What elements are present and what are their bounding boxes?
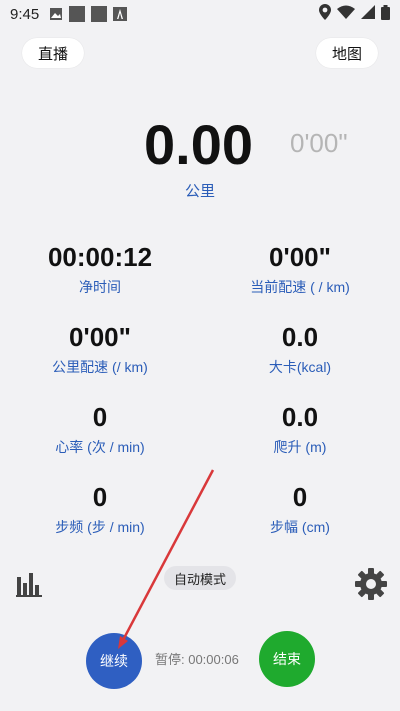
square-icon [69, 6, 86, 22]
square-icon [91, 6, 108, 22]
gear-icon[interactable] [354, 567, 388, 601]
stat-heart-rate: 0 心率 (次 / min) [0, 402, 200, 457]
continue-button[interactable]: 继续 [86, 633, 142, 689]
stat-label: 心率 (次 / min) [55, 439, 145, 455]
status-bar: 9:45 [0, 0, 400, 28]
stat-value: 0'00" [269, 242, 331, 272]
distance-unit: 公里 [184, 183, 215, 200]
end-button[interactable]: 结束 [259, 631, 315, 687]
map-button[interactable]: 地图 [315, 38, 378, 68]
stat-value: 0.0 [281, 322, 319, 352]
stat-label: 爬升 (m) [273, 439, 327, 455]
stat-km-pace: 0'00" 公里配速 (/ km) [0, 322, 200, 377]
live-button[interactable]: 直播 [22, 38, 85, 68]
stat-net-time: 00:00:12 净时间 [0, 242, 200, 297]
signal-icon [361, 5, 375, 19]
stat-label: 步幅 (cm) [270, 519, 330, 535]
stat-cadence: 0 步频 (步 / min) [0, 482, 200, 537]
stat-stride: 0 步幅 (cm) [200, 482, 400, 537]
stat-label: 大卡(kcal) [268, 359, 332, 375]
image-icon [50, 8, 63, 20]
stat-label: 步频 (步 / min) [55, 519, 145, 535]
pause-timer: 暂停: 00:00:06 [155, 652, 239, 667]
status-time: 9:45 [10, 5, 40, 23]
text-a-icon [113, 7, 128, 21]
stat-value: 0 [92, 482, 108, 512]
pace-value: 0'00" [290, 128, 348, 158]
stat-label: 当前配速 ( / km) [250, 279, 350, 295]
stat-value: 0'00" [69, 322, 131, 352]
stat-current-pace: 0'00" 当前配速 ( / km) [200, 242, 400, 297]
stat-value: 0 [92, 402, 108, 432]
stat-elevation: 0.0 爬升 (m) [200, 402, 400, 457]
distance-value: 0.00 [144, 113, 253, 176]
stat-label: 公里配速 (/ km) [52, 359, 148, 375]
bar-chart-icon[interactable] [16, 571, 42, 597]
stat-value: 00:00:12 [47, 242, 153, 272]
stat-label: 净时间 [79, 279, 121, 295]
auto-mode-toggle[interactable]: 自动模式 [164, 566, 237, 590]
wifi-icon [337, 5, 355, 19]
stat-value: 0.0 [281, 402, 319, 432]
stat-value: 0 [292, 482, 308, 512]
location-icon [319, 4, 331, 20]
stat-calories: 0.0 大卡(kcal) [200, 322, 400, 377]
battery-icon [381, 4, 390, 20]
